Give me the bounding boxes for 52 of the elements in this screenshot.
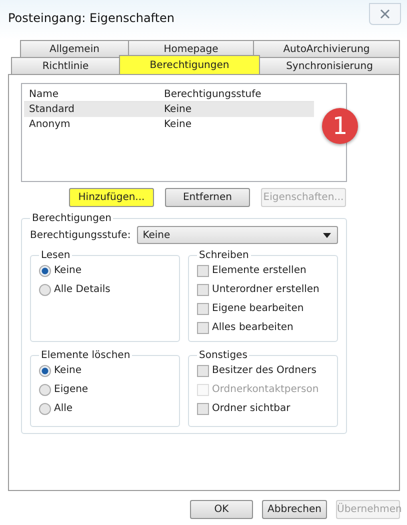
- radio-button[interactable]: [39, 402, 51, 414]
- group-title: Berechtigungen: [31, 213, 112, 224]
- dialog-button[interactable]: OK: [190, 500, 254, 519]
- radio-button[interactable]: [39, 284, 51, 296]
- option-label: Eigene bearbeiten: [212, 303, 304, 314]
- tab[interactable]: AutoArchivierung: [253, 40, 400, 57]
- radio-button[interactable]: [39, 384, 51, 396]
- group-title: Elemente löschen: [40, 350, 132, 361]
- tab[interactable]: Berechtigungen: [119, 55, 260, 74]
- checkbox[interactable]: [197, 322, 209, 334]
- window-title: Posteingang: Eigenschaften: [8, 11, 175, 25]
- tab[interactable]: Richtlinie: [11, 57, 120, 74]
- list-button[interactable]: Hinzufügen...: [69, 188, 154, 207]
- table-cell-text: Anonym: [29, 119, 72, 130]
- list-row[interactable]: Standard Keine: [24, 102, 314, 117]
- checkbox[interactable]: [197, 302, 209, 314]
- dialog-button[interactable]: Abbrechen: [262, 500, 327, 519]
- option-label: Elemente erstellen: [212, 265, 306, 276]
- group-title: Schreiben: [198, 250, 250, 261]
- radio-button[interactable]: [39, 364, 51, 376]
- tab[interactable]: Allgemein: [20, 40, 129, 57]
- caret-icon: [323, 232, 331, 238]
- option-label: Unterordner erstellen: [212, 284, 320, 295]
- table-cell-text: Standard: [29, 104, 76, 115]
- callout-badge: 1: [322, 108, 358, 144]
- radio-button[interactable]: [39, 264, 51, 276]
- tab[interactable]: Synchronisierung: [259, 57, 400, 74]
- table-cell-text: Keine: [164, 119, 192, 130]
- option-label: Besitzer des Ordners: [212, 365, 316, 376]
- table-cell-text: Keine: [164, 104, 192, 115]
- list-button[interactable]: Entfernen: [165, 188, 250, 207]
- column-header: Name: [29, 88, 60, 100]
- checkbox[interactable]: [197, 264, 209, 276]
- option-label: Ordnerkontaktperson: [212, 384, 319, 395]
- option-label: Alles bearbeiten: [212, 322, 294, 333]
- group-title: Sonstiges: [198, 350, 248, 361]
- level-label: Berechtigungsstufe:: [30, 230, 131, 240]
- group-title: Lesen: [40, 250, 72, 261]
- column-header: Berechtigungsstufe: [164, 88, 262, 100]
- close-button[interactable]: [369, 3, 401, 25]
- option-label: Eigene: [54, 384, 88, 395]
- option-label: Keine: [54, 265, 82, 276]
- option-label: Keine: [54, 365, 82, 376]
- option-label: Alle: [54, 403, 73, 414]
- checkbox[interactable]: [197, 402, 209, 414]
- option-label: Ordner sichtbar: [212, 403, 290, 414]
- close-icon: [380, 9, 390, 19]
- level-dropdown[interactable]: Keine: [136, 226, 338, 244]
- checkbox[interactable]: [197, 364, 209, 376]
- option-label: Alle Details: [54, 284, 110, 295]
- checkbox[interactable]: [197, 284, 209, 296]
- list-row[interactable]: Anonym Keine: [24, 117, 314, 132]
